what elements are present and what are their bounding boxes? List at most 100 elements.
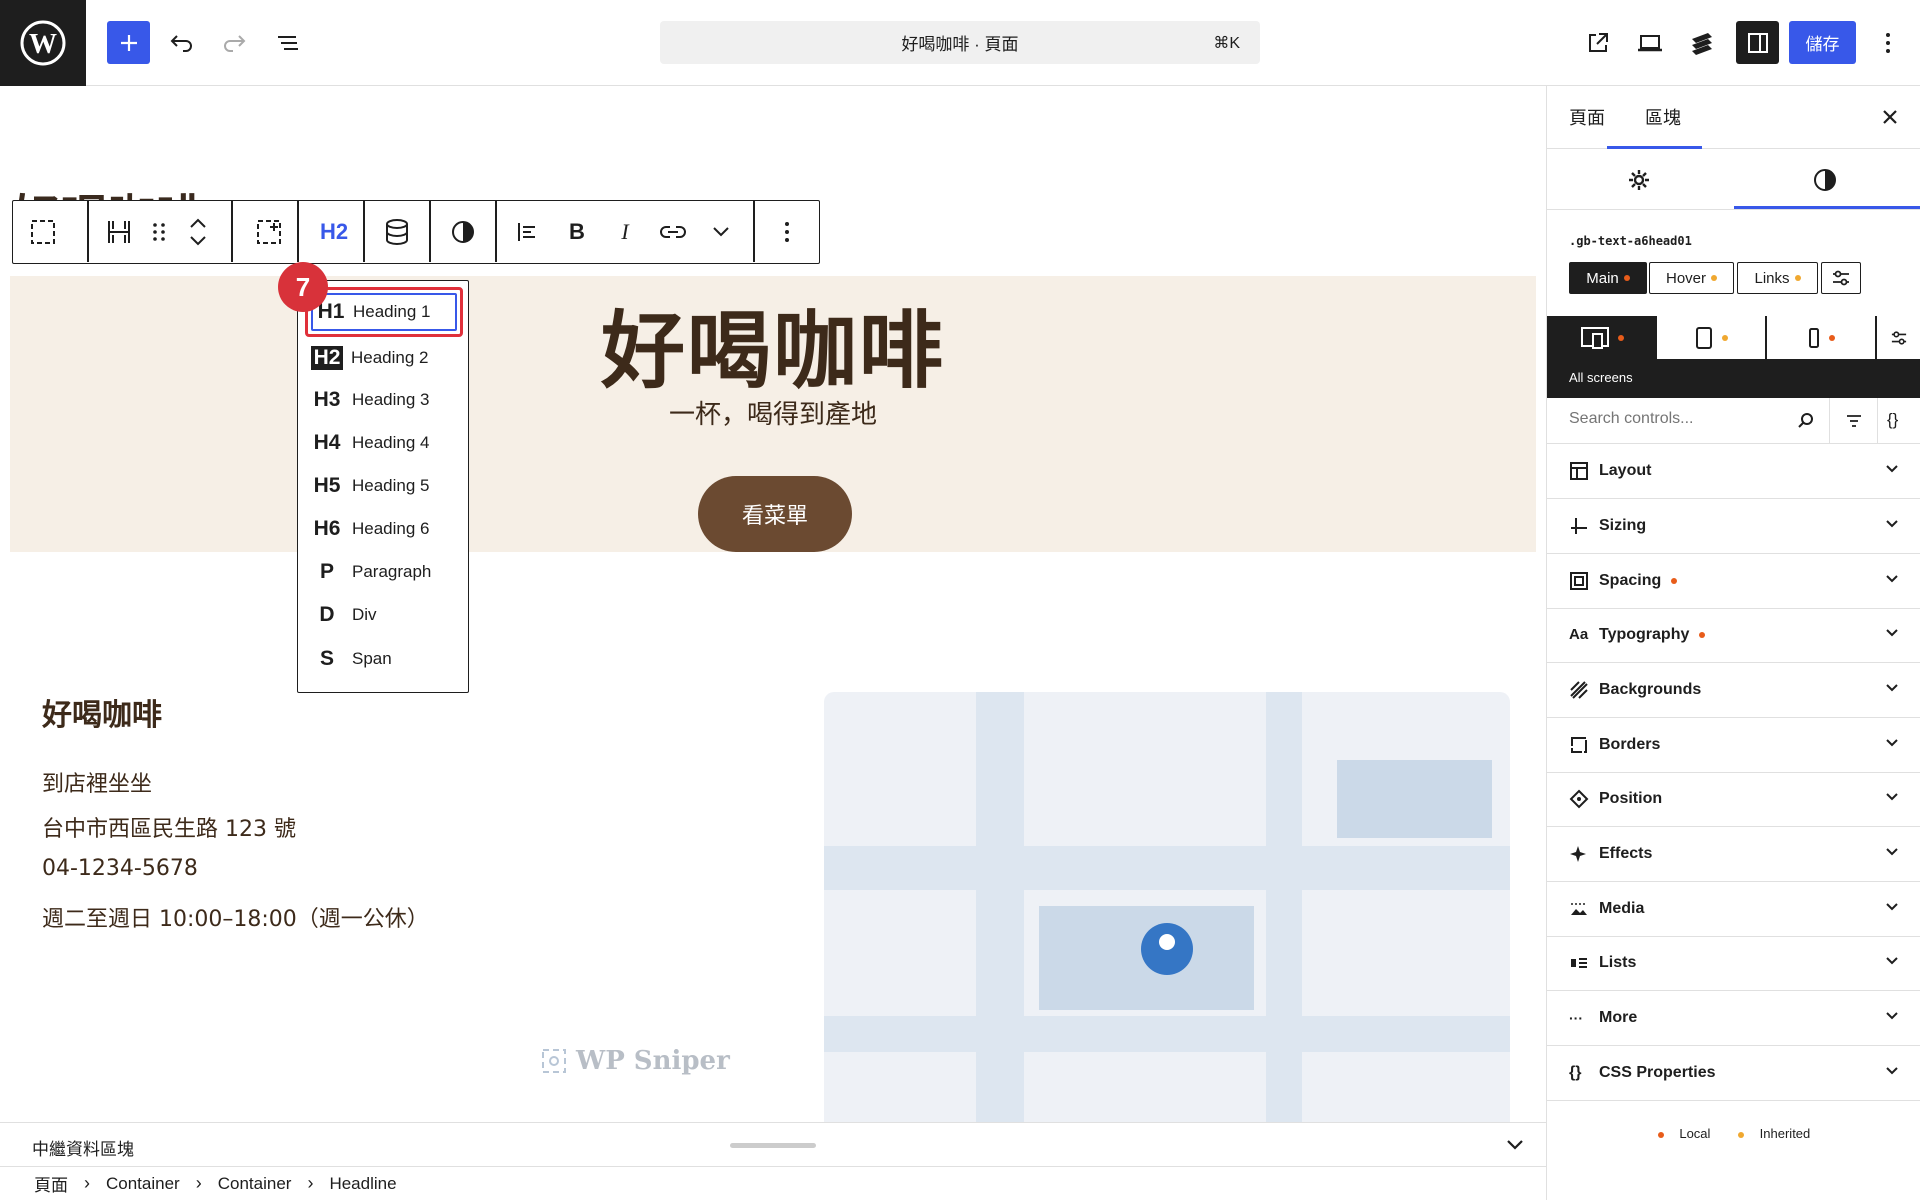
panel-effects[interactable]: Effects (1547, 827, 1920, 882)
chevron-down-icon (1886, 739, 1898, 747)
breadcrumb-item-container[interactable]: Container (218, 1174, 292, 1194)
chevron-down-icon[interactable] (189, 236, 207, 246)
panel-lists[interactable]: Lists (1547, 936, 1920, 991)
dynamic-data-button[interactable] (377, 213, 417, 251)
screen-all-tab[interactable] (1547, 316, 1657, 360)
hero-heading[interactable]: 好喝咖啡 (10, 284, 1536, 405)
search-input[interactable] (1569, 410, 1779, 428)
heading-4-tag: H4 (313, 431, 341, 454)
tab-page[interactable]: 頁面 (1569, 104, 1605, 130)
move-buttons[interactable] (183, 213, 213, 251)
wordpress-logo-button[interactable]: W (0, 0, 86, 86)
menu-item-heading-6[interactable]: H6 Heading 6 (308, 510, 458, 548)
drag-handle[interactable] (147, 213, 171, 251)
panel-label: Spacing (1599, 571, 1662, 589)
align-button[interactable] (509, 213, 545, 251)
breadcrumb-item-page[interactable]: 頁面 (34, 1171, 68, 1196)
close-icon[interactable] (1879, 106, 1901, 128)
panel-css-properties[interactable]: {} CSS Properties (1547, 1046, 1920, 1101)
tab-block[interactable]: 區塊 (1645, 104, 1681, 130)
info-heading[interactable]: 好喝咖啡 (42, 690, 162, 734)
info-line-visit[interactable]: 到店裡坐坐 (42, 766, 152, 798)
menu-item-heading-4[interactable]: H4 Heading 4 (308, 424, 458, 462)
state-links-button[interactable]: Links (1737, 262, 1818, 294)
menu-item-heading-3[interactable]: H3 Heading 3 (308, 381, 458, 419)
screen-label: All screens (1547, 360, 1920, 398)
options-menu-button[interactable] (1870, 25, 1906, 61)
block-type-button[interactable] (101, 213, 137, 251)
gear-icon[interactable] (1627, 168, 1651, 192)
heading-6-tag: H6 (313, 517, 341, 540)
panel-more[interactable]: ··· More (1547, 991, 1920, 1046)
menu-item-div[interactable]: D Div (308, 596, 458, 634)
hero-subtitle[interactable]: 一杯，喝得到產地 (10, 394, 1536, 431)
menu-item-span[interactable]: S Span (308, 640, 458, 678)
filter-icon[interactable] (1845, 413, 1863, 429)
select-parent-button[interactable] (23, 213, 63, 251)
menu-item-heading-2[interactable]: H2 Heading 2 (308, 339, 458, 377)
undo-button[interactable] (164, 25, 200, 61)
info-line-address[interactable]: 台中市西區民生路 123 號 (42, 811, 296, 843)
resize-handle[interactable] (730, 1143, 816, 1148)
span-tag: S (319, 647, 334, 670)
state-main-button[interactable]: Main (1569, 262, 1647, 294)
all-devices-icon (1581, 327, 1609, 349)
bold-button[interactable]: B (559, 213, 595, 251)
panel-typography[interactable]: Aa Typography (1547, 608, 1920, 663)
inherited-dot (1738, 1132, 1745, 1138)
redo-button[interactable] (216, 25, 252, 61)
chevron-up-icon[interactable] (189, 218, 207, 228)
preview-device-button[interactable] (1632, 25, 1668, 61)
save-button[interactable]: 儲存 (1789, 21, 1856, 64)
desktop-icon (1638, 35, 1662, 52)
menu-item-paragraph[interactable]: P Paragraph (308, 553, 458, 591)
hero-section[interactable]: 好喝咖啡 一杯，喝得到產地 看菜單 (10, 276, 1536, 552)
breadcrumb-item-headline[interactable]: Headline (329, 1174, 396, 1194)
screen-tablet-tab[interactable] (1657, 316, 1765, 360)
panel-position[interactable]: Position (1547, 772, 1920, 827)
info-line-phone[interactable]: 04-1234-5678 (42, 856, 198, 881)
breadcrumb-item-container[interactable]: Container (106, 1174, 180, 1194)
italic-button[interactable]: I (607, 213, 643, 251)
add-inner-block-button[interactable] (249, 213, 289, 251)
chevron-down-icon (1886, 1067, 1898, 1075)
panel-label: Lists (1599, 953, 1637, 971)
view-page-button[interactable] (1580, 25, 1616, 61)
generateblocks-button[interactable] (1684, 25, 1720, 61)
state-options-button[interactable] (1821, 262, 1861, 294)
panel-media[interactable]: Media (1547, 882, 1920, 937)
add-block-button[interactable] (107, 21, 150, 64)
div-tag: D (319, 603, 335, 626)
backgrounds-icon (1570, 681, 1588, 699)
panel-backgrounds[interactable]: Backgrounds (1547, 663, 1920, 718)
code-braces-icon[interactable]: {} (1887, 410, 1898, 430)
panel-spacing[interactable]: Spacing (1547, 554, 1920, 609)
panel-borders[interactable]: Borders (1547, 718, 1920, 773)
panel-sizing[interactable]: Sizing (1547, 499, 1920, 554)
screen-mobile-tab[interactable] (1767, 316, 1875, 360)
link-icon (660, 226, 686, 238)
document-overview-button[interactable] (270, 25, 306, 61)
state-hover-button[interactable]: Hover (1649, 262, 1734, 294)
menu-item-heading-1[interactable]: H1 Heading 1 (305, 287, 463, 337)
panel-label: CSS Properties (1599, 1063, 1716, 1081)
database-icon (386, 219, 408, 246)
block-options-button[interactable] (767, 213, 807, 251)
block-breadcrumb: 頁面 › Container › Container › Headline (0, 1166, 1546, 1200)
contrast-icon[interactable] (1813, 168, 1837, 192)
styles-button[interactable] (443, 213, 483, 251)
info-line-hours[interactable]: 週二至週日 10:00–18:00（週一公休） (42, 901, 429, 933)
heading-level-button[interactable]: H2 (309, 213, 359, 251)
metadata-panel-bar[interactable]: 中繼資料區塊 (0, 1122, 1546, 1166)
link-button[interactable] (653, 213, 693, 251)
command-palette-bar[interactable]: 好喝咖啡 · 頁面 ⌘K (660, 21, 1260, 64)
settings-sidebar-toggle[interactable] (1736, 21, 1779, 64)
search-icon[interactable] (1797, 412, 1815, 430)
step-badge: 7 (278, 262, 328, 312)
screen-options-button[interactable] (1877, 316, 1920, 360)
panel-layout[interactable]: Layout (1547, 444, 1920, 499)
menu-button[interactable]: 看菜單 (698, 476, 852, 552)
menu-item-heading-5[interactable]: H5 Heading 5 (308, 467, 458, 505)
more-rich-text-button[interactable] (703, 213, 739, 251)
chevron-down-icon[interactable] (1506, 1139, 1524, 1151)
